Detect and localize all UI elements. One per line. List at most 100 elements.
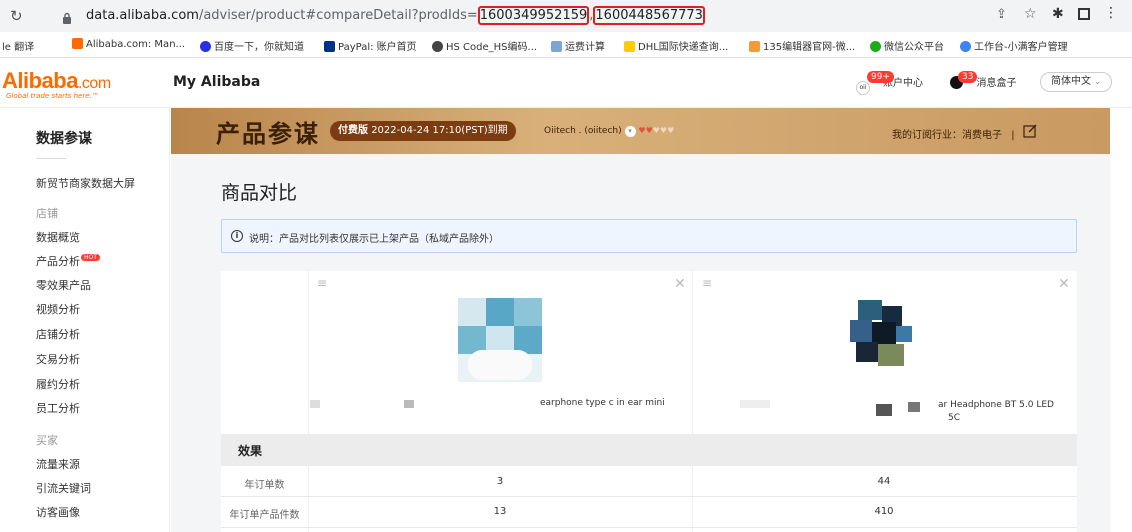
sidebar-item-zero-effect[interactable]: 零效果产品 [36, 277, 91, 293]
close-icon[interactable]: ✕ [674, 276, 686, 292]
dhl-bookmark-icon [624, 41, 635, 52]
store-switcher[interactable]: Oiitech . (oiitech) ▾ ♥♥♥♥♥ [544, 126, 674, 137]
product-2-image[interactable] [846, 300, 916, 370]
bookmark-label: 微信公众平台 [884, 42, 944, 53]
sidebar-title: 数据参谋 [36, 131, 92, 147]
hscode-bookmark-icon [432, 41, 443, 52]
blurred-text [310, 400, 320, 408]
account-icon: oii [856, 81, 870, 95]
window-icon[interactable] [1078, 8, 1090, 20]
product-1-image[interactable] [458, 298, 542, 382]
paid-label: 付费版 [338, 125, 368, 136]
product-1-annual-units: 13 [493, 506, 507, 517]
message-box[interactable]: 33消息盒子 [950, 71, 1016, 90]
url-host: data.alibaba.com [86, 8, 199, 23]
expire-date: 2022-04-24 17:10(PST)到期 [371, 125, 508, 136]
metric-label-annual-orders: 年订单数 [244, 480, 285, 491]
product-1-annual-orders: 3 [496, 476, 504, 487]
drag-handle-icon[interactable]: ≡ [702, 276, 712, 290]
star-icon[interactable]: ☆ [1024, 6, 1037, 22]
page-title: 商品对比 [221, 182, 298, 204]
sidebar-item-product-analysis[interactable]: 产品分析 HOT [36, 253, 100, 269]
row-divider [221, 527, 1077, 528]
sidebar-item-keywords[interactable]: 引流关键词 [36, 480, 91, 496]
logo-slogan: Global trade starts here.™ [6, 92, 99, 100]
bookmark-label: 百度一下，你就知道 [214, 42, 304, 53]
sidebar-item-staff[interactable]: 员工分析 [36, 400, 80, 416]
sidebar-item-overview[interactable]: 数据概览 [36, 229, 80, 245]
lock-icon [62, 9, 72, 24]
language-select[interactable]: 简体中文 ⌄ [1040, 72, 1112, 92]
bookmark-label: 135编辑器官网-微... [763, 42, 856, 53]
wechat-bookmark-icon [870, 41, 881, 52]
freight-bookmark-icon [551, 41, 562, 52]
sub-industry-label: 我的订阅行业：消费电子 [892, 130, 1002, 141]
bookmark-paypal[interactable]: PayPal: 账户首页 [324, 38, 417, 53]
section-effect-label: 效果 [238, 444, 263, 458]
sidebar-item-fulfillment[interactable]: 履约分析 [36, 376, 80, 392]
account-badge: 99+ [867, 71, 894, 83]
account-center[interactable]: oii99+账户中心 [856, 71, 923, 95]
reload-icon[interactable]: ↻ [10, 7, 23, 25]
editor-bookmark-icon [749, 41, 760, 52]
bookmark-label: Alibaba.com: Man... [86, 39, 186, 50]
prod-id-2-highlight: 1600448567773 [593, 6, 705, 25]
sidebar-item-trade[interactable]: 交易分析 [36, 351, 80, 367]
sidebar-item-traffic[interactable]: 流量来源 [36, 456, 80, 472]
url-path: /adviser/product#compareDetail?prodIds= [198, 8, 478, 23]
paypal-bookmark-icon [324, 41, 335, 52]
product-2-annual-units: 410 [874, 506, 894, 517]
sidebar-divider [36, 158, 66, 159]
bookmark-translate[interactable]: le 翻译 [2, 38, 34, 53]
sidebar-item-dashboard[interactable]: 新贸节商家数据大屏 [36, 175, 135, 191]
bookmark-freight[interactable]: 运费计算 [551, 38, 605, 53]
bookmark-hscode[interactable]: HS Code_HS编码... [432, 38, 537, 53]
sidebar-item-video[interactable]: 视频分析 [36, 301, 80, 317]
logo-com: .com [77, 75, 111, 92]
bookmark-135[interactable]: 135编辑器官网-微... [749, 38, 855, 53]
bookmark-label: 工作台-小满客户管理 [974, 42, 1068, 53]
edit-icon[interactable] [1022, 123, 1038, 139]
sidebar-item-store[interactable]: 店铺分析 [36, 326, 80, 342]
prod-id-1-highlight: 1600349952159 [477, 6, 590, 25]
column-divider [692, 271, 693, 434]
product-2-annual-orders: 44 [877, 476, 891, 487]
my-alibaba-title[interactable]: My Alibaba [173, 74, 260, 90]
bookmark-wechat[interactable]: 微信公众平台 [870, 38, 944, 53]
sidebar-item-visitors[interactable]: 访客画像 [36, 504, 80, 520]
bookmark-dhl[interactable]: DHL国际快递查询... [624, 38, 728, 53]
product-2-name[interactable]: ar Headphone BT 5.0 LED [938, 400, 1054, 410]
bookmark-xiaoman[interactable]: 工作台-小满客户管理 [960, 38, 1068, 53]
menu-icon[interactable]: ⋮ [1104, 5, 1118, 21]
extension-icon[interactable]: ✱ [1052, 6, 1064, 22]
hot-badge: HOT [81, 254, 100, 261]
product-1-name[interactable]: earphone type c in ear mini [540, 398, 665, 408]
sidebar-group-buyer: 买家 [36, 434, 58, 447]
sidebar-group-store: 店铺 [36, 207, 58, 220]
bookmark-label: 运费计算 [565, 42, 605, 53]
alibaba-logo[interactable]: Alibaba.com [2, 68, 111, 94]
drag-handle-icon[interactable]: ≡ [317, 276, 327, 290]
alibaba-bookmark-icon [72, 38, 83, 49]
sidebar-item-label: 产品分析 [36, 255, 80, 268]
notice-text: 说明：产品对比列表仅展示已上架产品（私域产品除外） [249, 234, 499, 245]
xiaoman-bookmark-icon [960, 41, 971, 52]
close-icon[interactable]: ✕ [1058, 276, 1070, 292]
logo-main: Alibaba [2, 68, 78, 93]
sidebar [0, 108, 170, 532]
row-divider [221, 496, 1077, 497]
message-badge: 33 [958, 71, 978, 83]
blurred-text [404, 400, 414, 408]
bookmark-label: PayPal: 账户首页 [338, 42, 417, 53]
bookmark-label: le 翻译 [2, 42, 35, 53]
metric-label-annual-units: 年订单产品件数 [229, 510, 300, 521]
bookmark-baidu[interactable]: 百度一下，你就知道 [200, 38, 304, 53]
baidu-bookmark-icon [200, 41, 211, 52]
section-effect-row [221, 434, 1077, 466]
blurred-text [740, 400, 770, 408]
bookmark-alibaba[interactable]: Alibaba.com: Man... [72, 38, 185, 50]
bookmark-label: DHL国际快递查询... [638, 42, 729, 53]
share-icon[interactable]: ⇪ [996, 7, 1007, 22]
column-divider [308, 271, 309, 532]
url-field[interactable]: data.alibaba.com/adviser/product#compare… [86, 6, 705, 25]
